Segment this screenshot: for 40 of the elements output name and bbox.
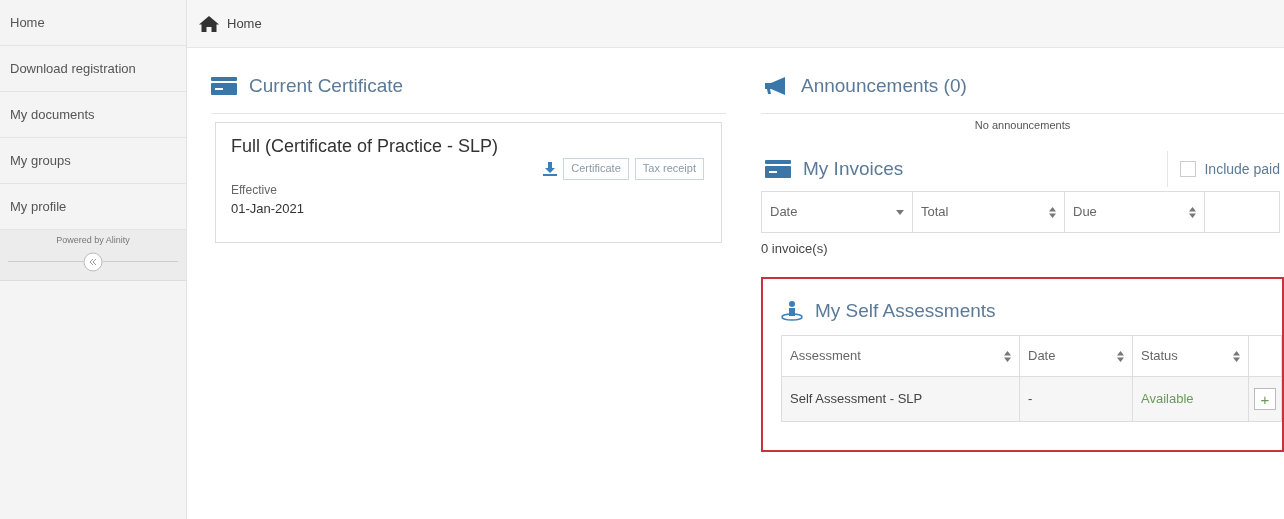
column-header[interactable]: Date — [762, 192, 913, 232]
card-icon — [211, 77, 237, 96]
add-button[interactable]: + — [1254, 388, 1276, 410]
section-title: My Invoices — [803, 156, 904, 181]
section-title: Announcements (0) — [801, 74, 967, 98]
home-icon — [199, 15, 219, 32]
status-text: Available — [1141, 390, 1194, 409]
certificate-name: Full (Certificate of Practice - SLP) — [231, 134, 500, 158]
field-label: Effective — [231, 181, 278, 199]
column-header[interactable]: Total — [913, 192, 1065, 232]
column-header[interactable]: Assessment — [782, 336, 1020, 376]
empty-message: No announcements — [974, 117, 1071, 133]
sidebar-item[interactable]: Home — [0, 0, 186, 46]
checkbox[interactable] — [1180, 161, 1197, 177]
breadcrumb-link[interactable]: Home — [227, 13, 262, 34]
section-title: Current Certificate — [249, 74, 404, 98]
column-header[interactable]: Status — [1133, 336, 1249, 376]
collapse-icon[interactable] — [83, 251, 103, 272]
column-header[interactable]: Date — [1020, 336, 1133, 376]
sort-icon — [1189, 206, 1196, 218]
sidebar-item[interactable]: My groups — [0, 138, 186, 184]
table-cell-text: Self Assessment - SLP — [790, 390, 923, 409]
table-cell-text: - — [1028, 390, 1033, 409]
powered-by-text: Powered by Alinity — [56, 234, 130, 247]
checkbox-label: Include paid — [1204, 159, 1280, 179]
invoice-count: 0 invoice(s) — [761, 240, 829, 258]
column-header[interactable]: Due — [1065, 192, 1205, 232]
sidebar-item[interactable]: Download registration — [0, 46, 186, 92]
sort-icon — [1049, 206, 1056, 218]
sidebar-item[interactable]: My documents — [0, 92, 186, 138]
sort-icon — [1004, 350, 1011, 362]
download-icon[interactable] — [543, 161, 558, 176]
section-title: My Self Assessments — [815, 298, 996, 323]
sort-icon — [1233, 350, 1240, 362]
person-icon — [781, 300, 803, 321]
caret-icon — [896, 209, 904, 215]
sort-icon — [1117, 350, 1124, 362]
field-value: 01-Jan-2021 — [231, 199, 305, 218]
document-button[interactable]: Tax receipt — [634, 157, 704, 180]
card-icon — [765, 160, 791, 178]
